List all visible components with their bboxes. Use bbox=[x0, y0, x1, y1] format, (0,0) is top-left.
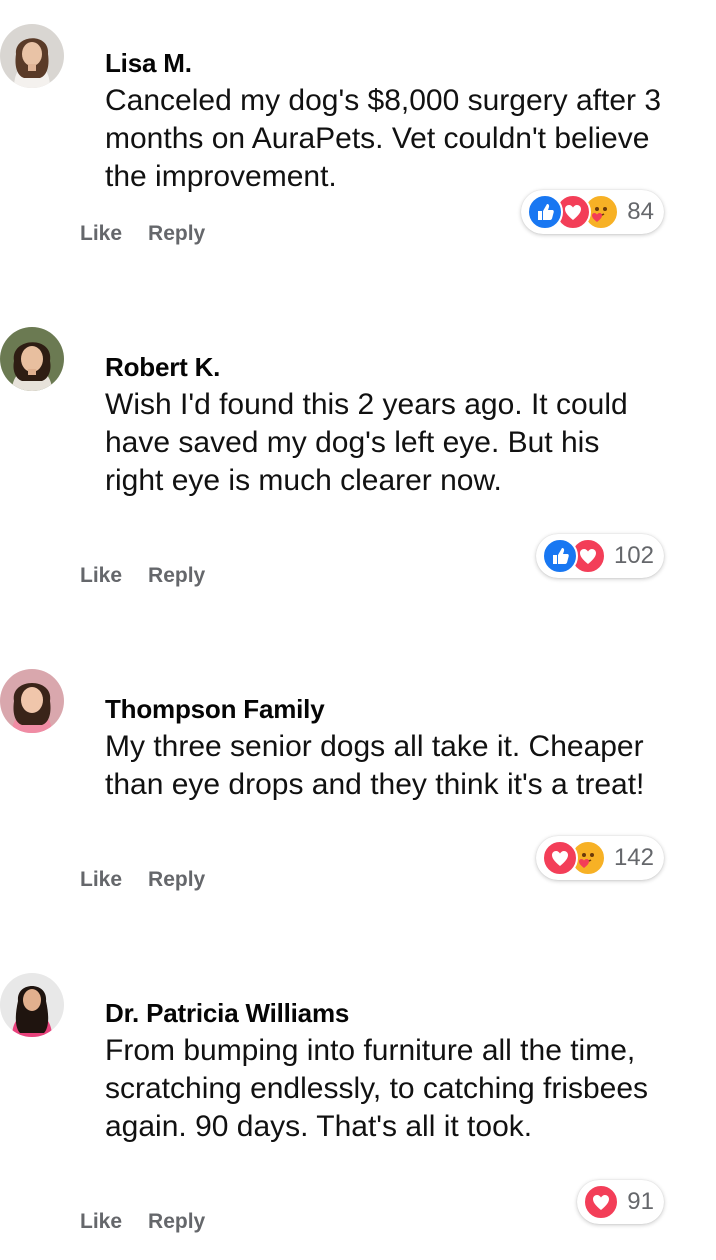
reply-button[interactable]: Reply bbox=[148, 868, 205, 892]
like-icon bbox=[527, 194, 564, 230]
avatar[interactable] bbox=[0, 327, 64, 391]
reaction-count: 142 bbox=[613, 844, 654, 871]
comment-author[interactable]: Dr. Patricia Williams bbox=[105, 998, 349, 1029]
comment-actions: Like Reply bbox=[80, 1210, 231, 1234]
comment-text: My three senior dogs all take it. Cheape… bbox=[105, 730, 645, 801]
love-icon bbox=[583, 1184, 620, 1220]
reaction-count: 84 bbox=[627, 198, 654, 225]
like-button[interactable]: Like bbox=[80, 222, 122, 246]
comment-author[interactable]: Lisa M. bbox=[105, 48, 192, 79]
reaction-summary[interactable]: 91 bbox=[577, 1180, 664, 1224]
like-button[interactable]: Like bbox=[80, 564, 122, 588]
reply-button[interactable]: Reply bbox=[148, 564, 205, 588]
comment-author[interactable]: Robert K. bbox=[105, 352, 220, 383]
comment-text: From bumping into furniture all the time… bbox=[105, 1034, 649, 1143]
like-button[interactable]: Like bbox=[80, 868, 122, 892]
like-button[interactable]: Like bbox=[80, 1210, 122, 1234]
reaction-summary[interactable]: 142 bbox=[535, 836, 664, 880]
reaction-summary[interactable]: 102 bbox=[535, 534, 664, 578]
comment-actions: Like Reply bbox=[80, 564, 231, 588]
like-icon bbox=[541, 538, 578, 574]
avatar[interactable] bbox=[0, 24, 64, 88]
love-icon bbox=[541, 840, 578, 876]
reaction-count: 102 bbox=[613, 542, 654, 569]
reply-button[interactable]: Reply bbox=[148, 222, 205, 246]
comment-text: Canceled my dog's $8,000 surgery after 3… bbox=[105, 84, 662, 193]
comment-author[interactable]: Thompson Family bbox=[105, 694, 325, 725]
avatar[interactable] bbox=[0, 973, 64, 1037]
reaction-summary[interactable]: 84 bbox=[521, 190, 664, 234]
comment-actions: Like Reply bbox=[80, 868, 231, 892]
comment-text: Wish I'd found this 2 years ago. It coul… bbox=[105, 388, 628, 497]
reply-button[interactable]: Reply bbox=[148, 1210, 205, 1234]
avatar[interactable] bbox=[0, 669, 64, 733]
reaction-count: 91 bbox=[627, 1188, 654, 1215]
comment-actions: Like Reply bbox=[80, 222, 231, 246]
